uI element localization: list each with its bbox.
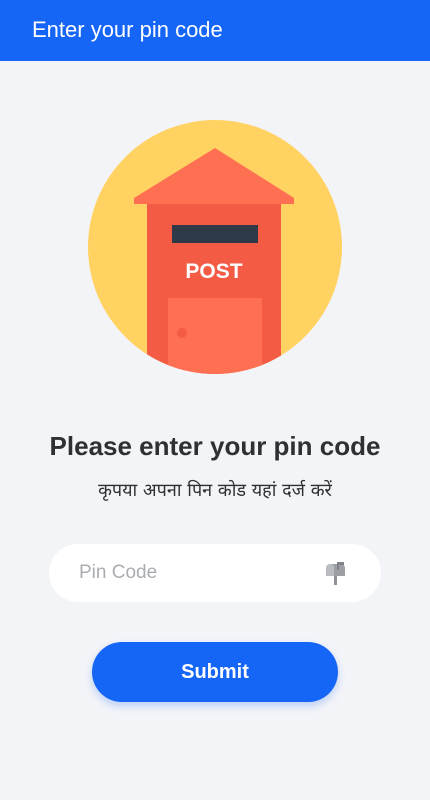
subheading: कृपया अपना पिन कोड यहां दर्ज करें: [98, 480, 332, 501]
post-box-icon: POST: [88, 120, 342, 374]
heading: Please enter your pin code: [49, 431, 381, 461]
pin-code-field[interactable]: [49, 544, 381, 602]
page-title: Enter your pin code: [32, 17, 223, 42]
post-sign-text: POST: [185, 260, 242, 283]
submit-button[interactable]: Submit: [92, 642, 338, 702]
app-bar: Enter your pin code: [0, 0, 430, 61]
mailbox-icon: [326, 562, 345, 585]
pin-code-input[interactable]: [79, 544, 319, 602]
